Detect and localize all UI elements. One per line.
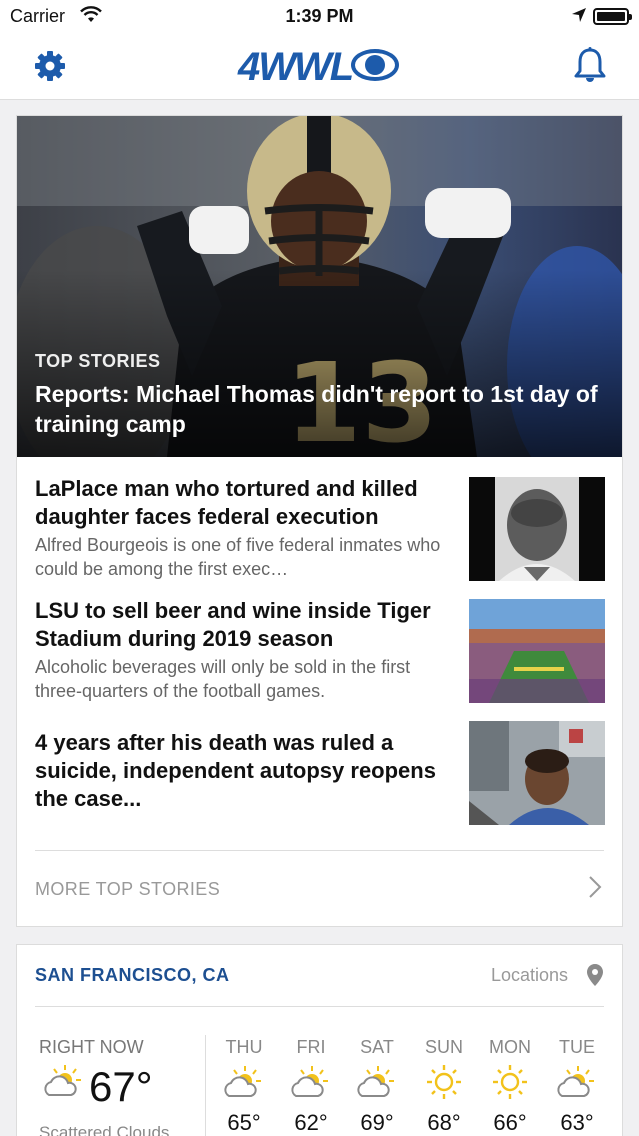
locations-button[interactable]: Locations (491, 965, 568, 986)
forecast-day-name: TUE (559, 1037, 595, 1057)
story-headline: LSU to sell beer and wine inside Tiger S… (35, 598, 431, 651)
forecast-day-name: SUN (424, 1037, 463, 1057)
forecast-day[interactable]: FRI 62° (281, 1037, 341, 1136)
current-condition: Scattered Clouds (39, 1123, 170, 1136)
gear-icon[interactable] (32, 48, 68, 84)
logo-text: 4WWL (238, 45, 354, 89)
partly-cloudy-icon (291, 1066, 328, 1097)
story-item[interactable]: 4 years after his death was ruled a suic… (35, 719, 605, 825)
hero-story[interactable]: 13 TOP STORIES Reports: Michael Thomas d… (17, 116, 622, 457)
map-pin-icon[interactable] (586, 963, 604, 987)
forecast-day-name: SAT (360, 1037, 394, 1057)
wwl-logo: 4WWL (238, 43, 402, 89)
partly-cloudy-icon (224, 1066, 261, 1097)
story-text: LSU to sell beer and wine inside Tiger S… (35, 597, 459, 703)
location-arrow-icon (572, 8, 586, 22)
hero-title[interactable]: Reports: Michael Thomas didn't report to… (35, 379, 604, 439)
weather-city[interactable]: SAN FRANCISCO, CA (35, 965, 230, 986)
divider (205, 1035, 206, 1136)
forecast-temp: 68° (427, 1110, 461, 1135)
forecast-temp: 63° (560, 1110, 594, 1135)
partly-cloudy-icon (557, 1066, 594, 1097)
forecast-day-name: FRI (296, 1037, 326, 1057)
battery-icon (593, 8, 632, 25)
forecast-day[interactable]: THU 65° (214, 1037, 274, 1136)
story-summary: Alcoholic beverages will only be sold in… (35, 657, 411, 701)
hero-caption: TOP STORIES Reports: Michael Thomas didn… (35, 351, 604, 439)
sun-icon (427, 1065, 461, 1099)
nav-bar: 4WWL (0, 34, 639, 100)
forecast-temp: 66° (493, 1110, 527, 1135)
clock: 1:39 PM (285, 6, 354, 26)
story-headline: 4 years after his death was ruled a suic… (35, 730, 436, 811)
divider (35, 1006, 604, 1007)
story-thumbnail (469, 599, 605, 703)
forecast-temp: 62° (294, 1110, 328, 1135)
story-text: 4 years after his death was ruled a suic… (35, 729, 459, 813)
partly-cloudy-icon (44, 1065, 81, 1096)
forecast-day[interactable]: SAT 69° (347, 1037, 407, 1136)
forecast-day[interactable]: MON 66° (480, 1037, 540, 1136)
forecast-day[interactable]: SUN 68° (414, 1037, 474, 1136)
forecast-day-name: MON (489, 1037, 531, 1057)
more-top-stories-label: MORE TOP STORIES (35, 879, 221, 899)
story-thumbnail (469, 721, 605, 825)
story-text: LaPlace man who tortured and killed daug… (35, 475, 459, 581)
current-temperature: 67° (89, 1063, 153, 1110)
right-now-label: RIGHT NOW (39, 1037, 144, 1057)
divider (35, 850, 604, 851)
more-top-stories-link[interactable]: MORE TOP STORIES (35, 872, 604, 908)
status-bar: Carrier 1:39 PM (0, 0, 639, 34)
partly-cloudy-icon (357, 1066, 394, 1097)
story-headline: LaPlace man who tortured and killed daug… (35, 476, 418, 529)
story-thumbnail (469, 477, 605, 581)
forecast-temp: 65° (227, 1110, 261, 1135)
forecast-temp: 69° (360, 1110, 394, 1135)
weather-card: SAN FRANCISCO, CA Locations RIGHT NOW 67… (16, 944, 623, 1136)
forecast-day[interactable]: TUE 63° (547, 1037, 607, 1136)
forecast-day-name: THU (225, 1037, 263, 1057)
top-stories-card: 13 TOP STORIES Reports: Michael Thomas d… (16, 115, 623, 927)
chevron-right-icon (589, 876, 602, 898)
cbs-eye-icon (351, 49, 399, 81)
sun-icon (493, 1065, 527, 1099)
bell-icon[interactable] (573, 46, 607, 84)
story-item[interactable]: LSU to sell beer and wine inside Tiger S… (35, 597, 605, 703)
story-item[interactable]: LaPlace man who tortured and killed daug… (35, 475, 605, 581)
hero-kicker: TOP STORIES (35, 351, 161, 371)
story-summary: Alfred Bourgeois is one of five federal … (35, 535, 441, 579)
